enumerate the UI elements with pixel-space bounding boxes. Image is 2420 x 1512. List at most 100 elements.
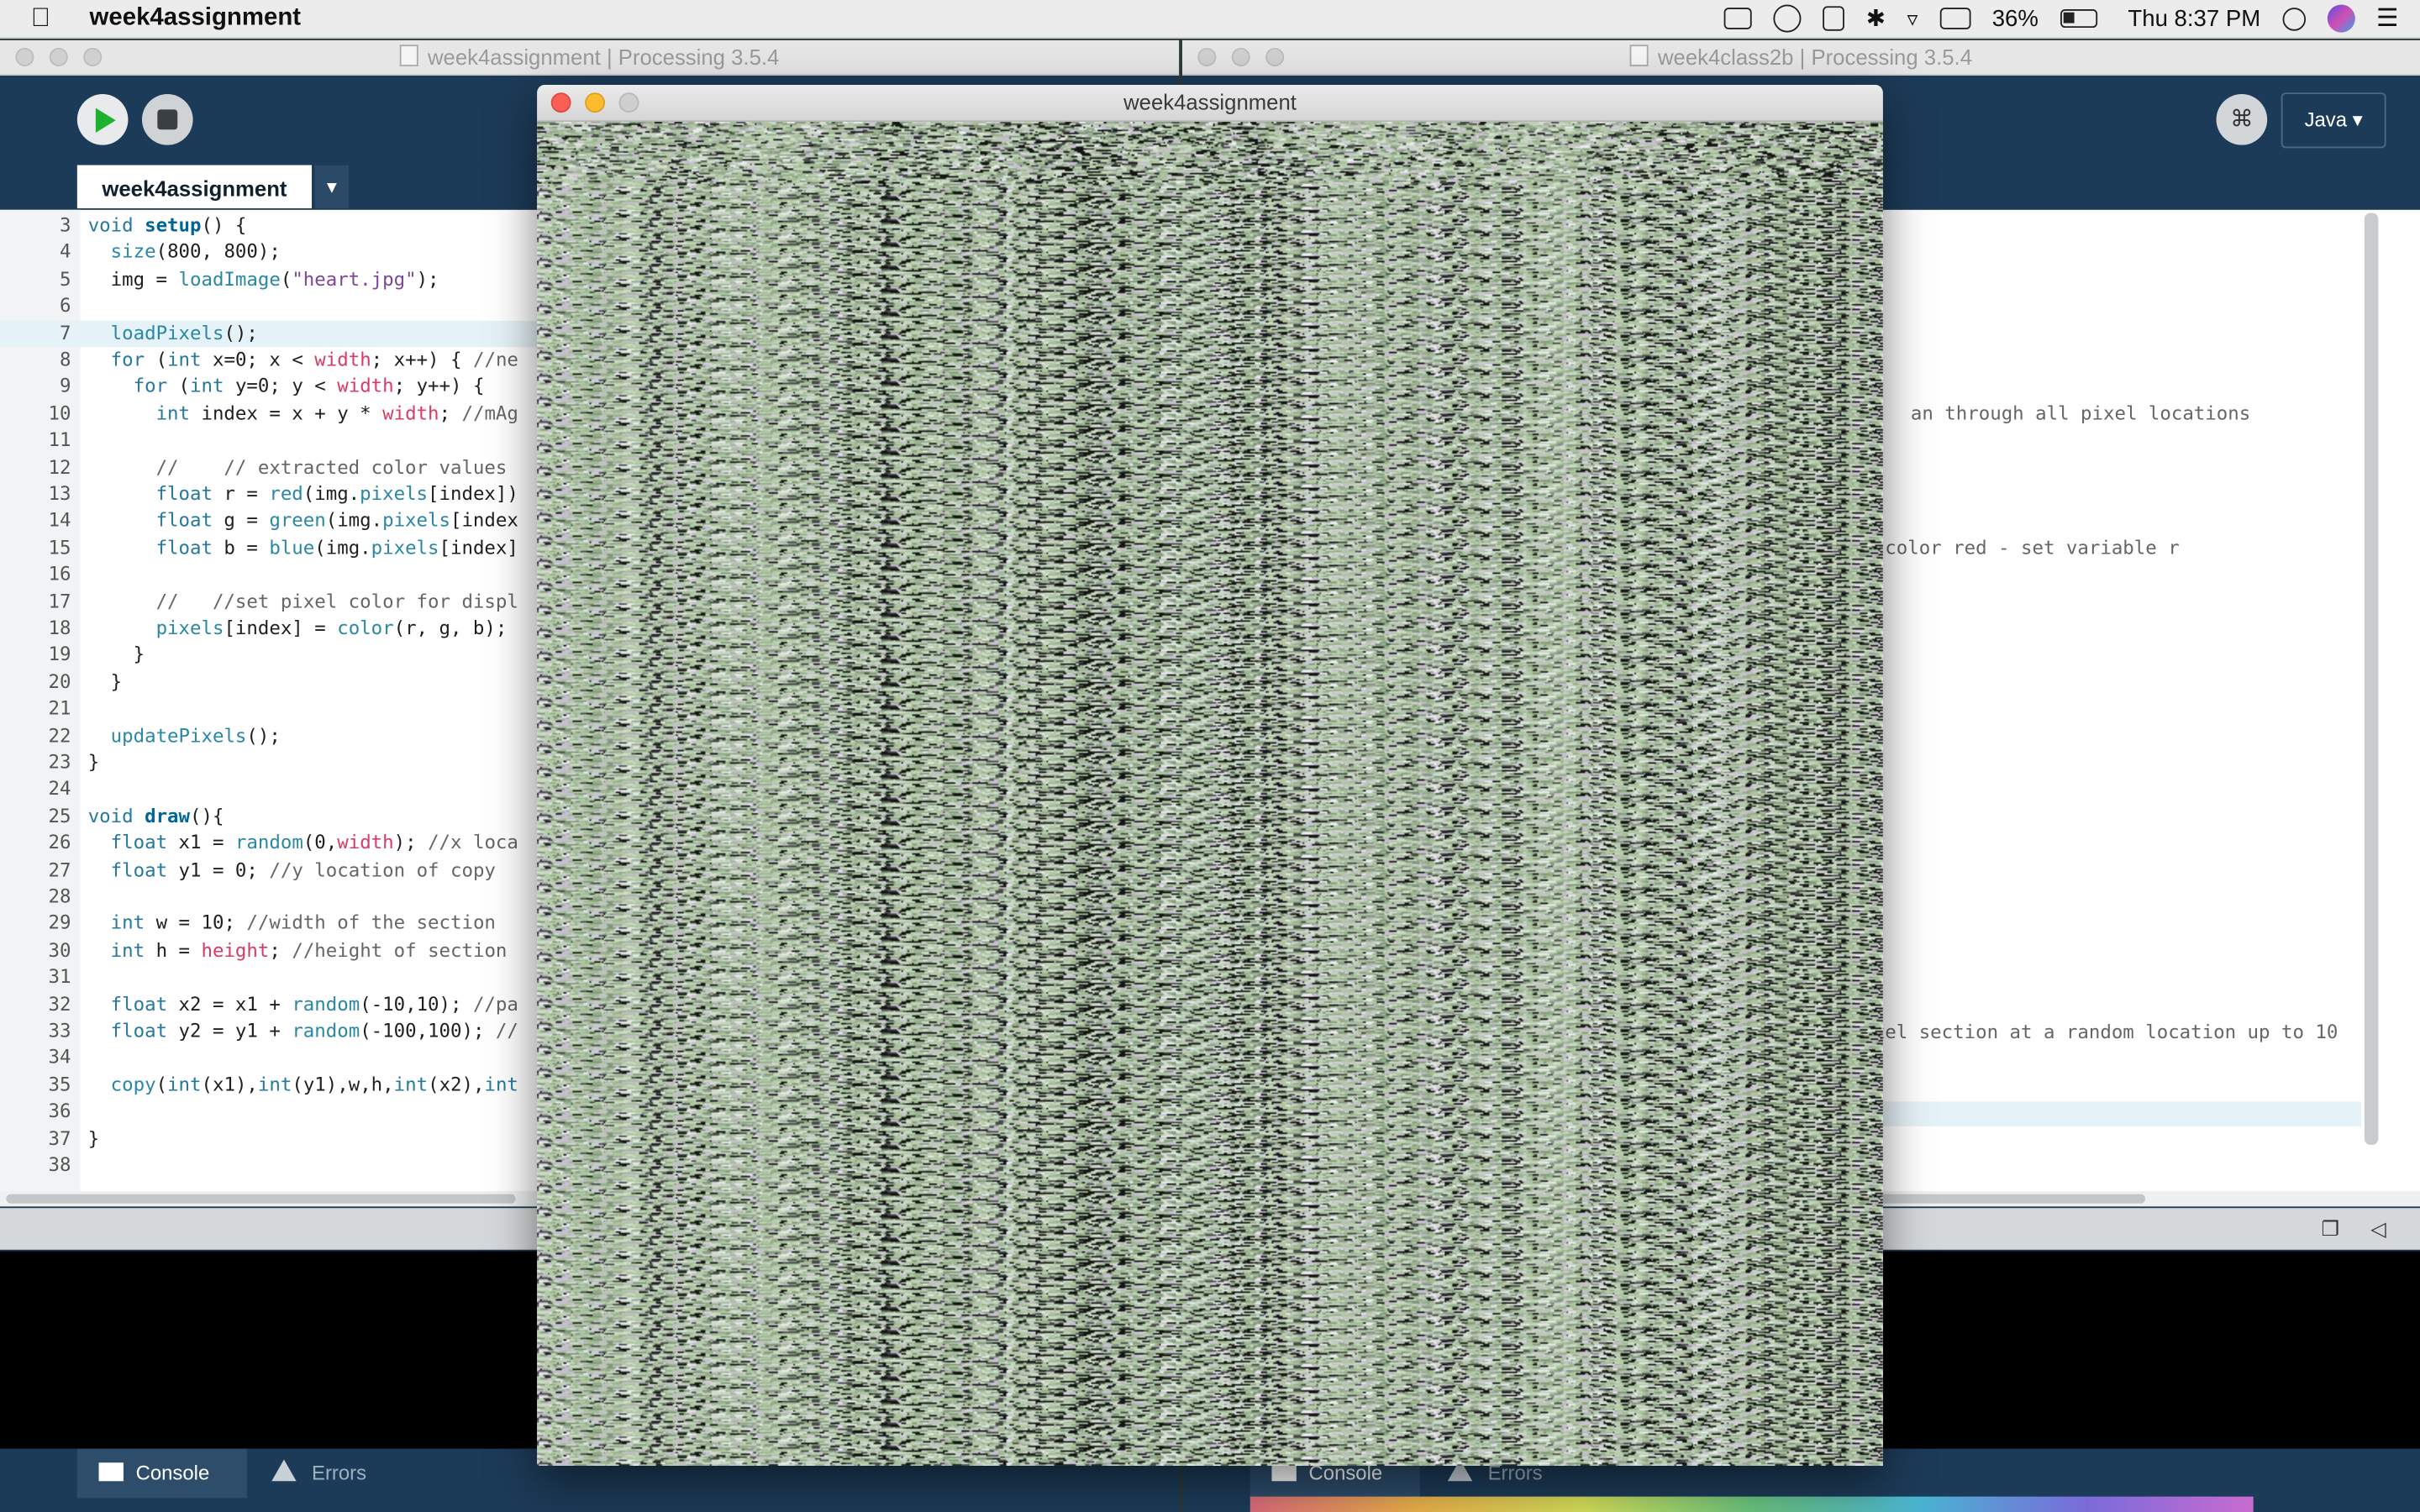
desktop-wallpaper [1249,1496,2254,1512]
debugger-icon[interactable]: ⌘ [2216,94,2268,145]
tab-week4assignment[interactable]: week4assignment [76,165,313,208]
code-text: int index = x + y * width; //mAg [155,402,518,424]
window-titlebar[interactable]: week4assignment | Processing 3.5.4 [0,39,1180,76]
tab-menu-button[interactable]: ▼ [314,165,350,208]
sketch-title: week4assignment [1123,89,1297,114]
line-number: 12 [48,455,71,478]
tab-console[interactable]: Console [76,1448,247,1499]
spotlight-search-icon[interactable] [2281,7,2306,30]
zoom-button[interactable] [618,92,639,113]
line-number: 14 [48,509,71,532]
line-number: 16 [48,563,71,585]
code-fragment: color red - set variable r [1873,537,2180,559]
app-name-menu[interactable]: week4assignment [90,5,302,33]
code-text: float g = green(img.pixels[index [155,509,518,532]
wifi-icon[interactable]: ▿ [1907,5,1918,31]
sketch-titlebar[interactable]: week4assignment [537,85,1883,123]
code-text: float y1 = 0; //y location of copy [110,858,496,881]
code-text: updatePixels(); [110,724,281,747]
sketch-canvas-area[interactable] [537,122,1883,1466]
minimize-button[interactable] [1231,47,1250,66]
line-number: 25 [48,805,71,827]
line-number: 37 [48,1126,71,1149]
code-text: // // extracted color values [155,455,508,478]
console-tab-label: Console [135,1461,210,1484]
code-text: img = loadImage("heart.jpg"); [87,268,439,290]
camera-icon[interactable] [1723,8,1752,29]
zoom-button[interactable] [83,47,103,66]
battery-icon[interactable] [2060,9,2097,29]
battery-percent: 36% [1991,5,2039,32]
document-icon [399,45,418,66]
line-number: 23 [48,751,71,774]
code-text: } [87,751,100,774]
line-number: 26 [48,832,71,854]
minimize-button[interactable] [49,47,68,66]
code-text: int w = 10; //width of the section [110,912,496,934]
document-icon [1629,45,1649,66]
line-number: 15 [48,536,71,559]
line-number: 36 [48,1100,71,1122]
code-text: loadPixels(); [110,322,258,344]
bluetooth-icon[interactable]: ✱ [1866,5,1886,32]
code-text: float r = red(img.pixels[index]) [155,482,518,505]
airplay-icon[interactable] [1939,8,1971,29]
window-title: week4assignment | Processing 3.5.4 [427,45,780,70]
line-number: 35 [48,1073,71,1095]
line-number: 34 [48,1047,71,1068]
line-number: 30 [48,939,71,961]
clock[interactable]: Thu 8:37 PM [2128,5,2260,31]
reader-icon[interactable] [1823,6,1845,31]
line-number: 13 [48,482,71,505]
code-text: float y2 = y1 + random(-100,100); // [110,1020,518,1042]
code-text: void setup() { [87,214,247,237]
code-text: float b = blue(img.pixels[index] [155,536,518,559]
minimize-button[interactable] [585,92,605,113]
code-text: pixels[index] = color(r, g, b); [155,617,508,639]
mode-selector[interactable]: Java ▾ [2281,92,2386,149]
vertical-scrollbar[interactable] [2364,213,2379,1145]
zoom-button[interactable] [1265,47,1285,66]
window-titlebar[interactable]: week4class2b | Processing 3.5.4 [1181,39,2420,76]
line-number: 8 [60,349,71,370]
run-button[interactable] [76,94,129,145]
console-icon [98,1462,124,1482]
window-controls [550,92,639,113]
stop-button[interactable] [141,94,193,145]
line-number: 6 [60,295,71,317]
glitch-noise-image [537,122,1883,1466]
current-line-highlight [1882,1101,2362,1126]
line-number: 33 [48,1020,71,1042]
sketch-window[interactable]: week4assignment [537,85,1883,1466]
notification-center-icon[interactable]: ☰ [2376,3,2398,34]
siri-icon[interactable] [2327,4,2355,33]
code-text: } [87,1126,100,1149]
line-number: 11 [48,428,71,451]
close-button[interactable] [15,47,34,66]
line-number: 31 [48,966,71,988]
code-text: size(800, 800); [110,241,281,263]
code-text: void draw(){ [87,805,224,827]
code-text: copy(int(x1),int(y1),w,h,int(x2),int [110,1073,518,1095]
apple-menu-icon[interactable]:  [31,3,50,34]
collapse-console-icon[interactable]: ◁ [2370,1217,2386,1242]
window-controls [1197,47,1285,66]
line-number: 5 [60,268,71,290]
code-text: for (int x=0; x < width; x++) { //ne [110,349,518,370]
tab-errors[interactable]: Errors [271,1449,410,1499]
menu-bar:  week4assignment ✱ ▿ 36% Thu 8:37 PM ☰ [0,0,2420,39]
line-number: 20 [48,670,71,693]
window-title: week4class2b | Processing 3.5.4 [1657,45,1973,70]
copy-icon[interactable]: ❐ [2321,1217,2338,1242]
line-number: 38 [48,1153,71,1176]
line-number: 7 [60,322,71,344]
code-fragment: xel section at a random location up to 1… [1873,1021,2338,1043]
creative-cloud-icon[interactable] [1773,4,1802,33]
close-button[interactable] [550,92,571,113]
close-button[interactable] [1197,47,1217,66]
line-number: 29 [48,912,71,934]
code-text: } [87,643,145,666]
scrollbar-thumb[interactable] [6,1194,516,1204]
line-number: 3 [60,214,71,237]
code-text: for (int y=0; y < width; y++) { [133,375,485,397]
